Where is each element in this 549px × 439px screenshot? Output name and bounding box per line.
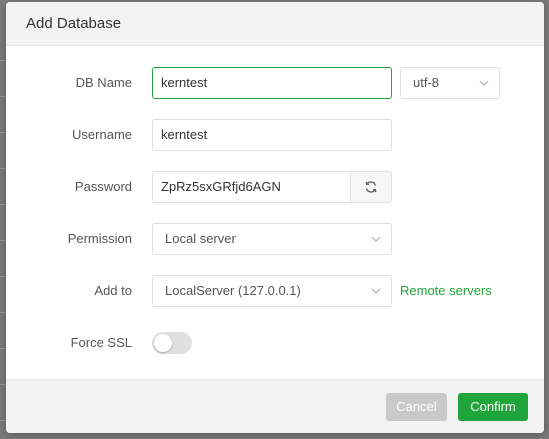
force-ssl-toggle[interactable] bbox=[152, 332, 192, 354]
username-input[interactable]: kerntest bbox=[152, 119, 392, 151]
db-name-label: DB Name bbox=[75, 75, 132, 90]
permission-label: Permission bbox=[67, 231, 132, 246]
add-to-label: Add to bbox=[94, 283, 132, 298]
remote-servers-link[interactable]: Remote servers bbox=[400, 275, 492, 307]
dialog-footer: Cancel Confirm bbox=[6, 379, 544, 433]
permission-row: Permission Local server bbox=[6, 223, 544, 255]
force-ssl-row: Force SSL bbox=[6, 327, 544, 359]
password-input[interactable]: ZpRz5sxGRfjd6AGN bbox=[152, 171, 351, 203]
refresh-icon bbox=[365, 181, 377, 193]
permission-value: Local server bbox=[165, 231, 236, 246]
db-name-row: DB Name kerntest utf-8 bbox=[6, 67, 544, 99]
password-label: Password bbox=[74, 179, 132, 194]
add-database-dialog: Add Database DB Name kerntest utf-8 User… bbox=[6, 2, 544, 433]
charset-select[interactable]: utf-8 bbox=[400, 67, 500, 99]
username-row: Username kerntest bbox=[6, 119, 544, 151]
confirm-button[interactable]: Confirm bbox=[458, 393, 528, 421]
force-ssl-label: Force SSL bbox=[70, 335, 132, 350]
permission-select[interactable]: Local server bbox=[152, 223, 392, 255]
charset-value: utf-8 bbox=[413, 75, 440, 90]
password-row: Password ZpRz5sxGRfjd6AGN bbox=[6, 171, 544, 203]
add-to-select[interactable]: LocalServer (127.0.0.1) bbox=[152, 275, 392, 307]
add-to-row: Add to LocalServer (127.0.0.1) Remote se… bbox=[6, 275, 544, 307]
generate-password-button[interactable] bbox=[350, 171, 392, 203]
username-label: Username bbox=[72, 127, 132, 142]
chevron-down-icon bbox=[479, 80, 489, 86]
cancel-button[interactable]: Cancel bbox=[386, 393, 447, 421]
toggle-knob bbox=[154, 334, 172, 352]
chevron-down-icon bbox=[371, 236, 381, 242]
dialog-title: Add Database bbox=[26, 15, 122, 32]
chevron-down-icon bbox=[371, 288, 381, 294]
dialog-header: Add Database bbox=[6, 2, 544, 46]
add-to-value: LocalServer (127.0.0.1) bbox=[165, 283, 301, 298]
db-name-input[interactable]: kerntest bbox=[152, 67, 392, 99]
